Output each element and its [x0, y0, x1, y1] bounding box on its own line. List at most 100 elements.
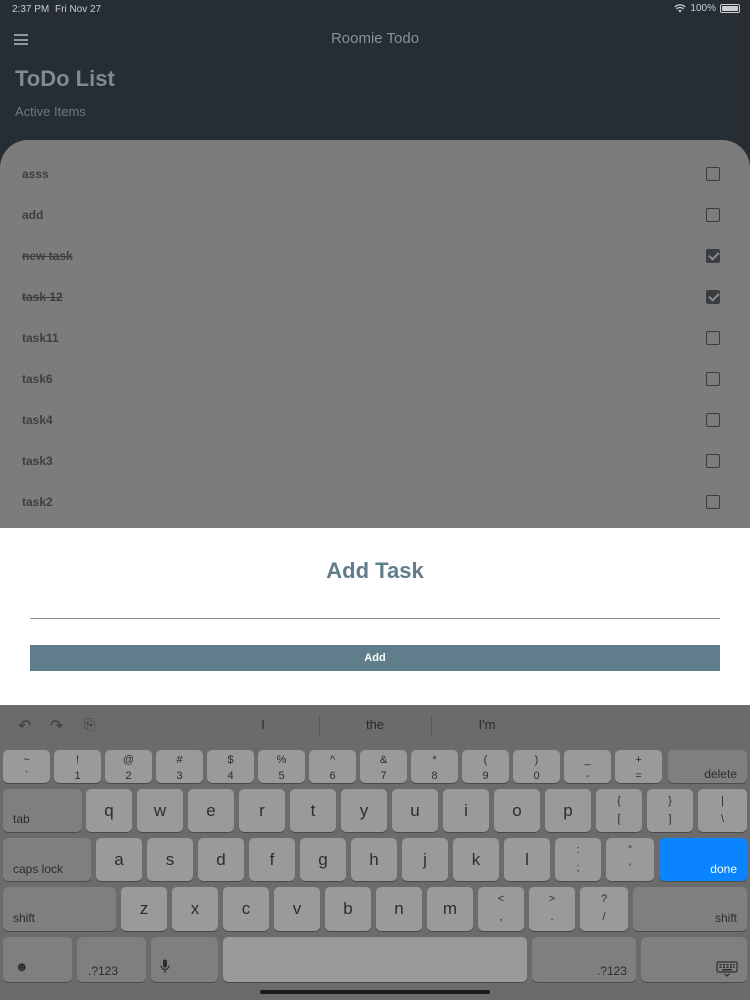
key[interactable]: w [137, 789, 183, 832]
key[interactable]: i [443, 789, 489, 832]
keyboard-toolbar: ↶ ↷ ⎘ I the I'm [0, 705, 750, 745]
status-date: Fri Nov 27 [55, 4, 102, 15]
todo-checkbox[interactable] [706, 249, 720, 263]
status-time: 2:37 PM [12, 4, 50, 15]
key[interactable]: u [392, 789, 438, 832]
todo-row[interactable]: task6 [0, 360, 750, 401]
undo-icon[interactable]: ↶ [18, 716, 31, 736]
todo-row[interactable]: task 12 [0, 278, 750, 319]
key[interactable]: @2 [105, 750, 152, 783]
page-title: ToDo List [15, 66, 115, 91]
key[interactable]: y [341, 789, 387, 832]
key[interactable]: b [325, 887, 371, 931]
numbers-key-right[interactable]: .?123 [532, 937, 636, 982]
key[interactable]: }] [647, 789, 693, 832]
key[interactable]: ~ ` [3, 750, 50, 783]
caps-lock-key[interactable]: caps lock [3, 838, 91, 881]
todo-checkbox[interactable] [706, 331, 720, 345]
tab-key[interactable]: tab [3, 789, 82, 832]
key[interactable]: m [427, 887, 473, 931]
todo-row[interactable]: task11 [0, 319, 750, 360]
key[interactable]: ! 1 [54, 750, 101, 783]
todo-row[interactable]: add [0, 196, 750, 237]
suggestion[interactable]: I [208, 717, 318, 732]
key[interactable]: + = [615, 750, 662, 783]
home-indicator[interactable] [260, 990, 490, 994]
key[interactable]: #3 [156, 750, 203, 783]
space-key[interactable] [223, 937, 527, 982]
shift-right-key[interactable]: shift [633, 887, 747, 931]
keyboard-dismiss-icon [716, 961, 738, 977]
todo-checkbox[interactable] [706, 413, 720, 427]
dismiss-keyboard-key[interactable] [641, 937, 747, 982]
suggestion[interactable]: the [320, 717, 430, 732]
key[interactable]: <, [478, 887, 524, 931]
delete-key[interactable]: delete [668, 750, 747, 783]
suggestion[interactable]: I'm [432, 717, 542, 732]
key[interactable]: z [121, 887, 167, 931]
emoji-key[interactable]: ☻ [3, 937, 72, 982]
key[interactable]: (9 [462, 750, 509, 783]
key[interactable]: d [198, 838, 244, 881]
todo-row[interactable]: new task [0, 237, 750, 278]
key[interactable]: n [376, 887, 422, 931]
todo-checkbox[interactable] [706, 372, 720, 386]
key[interactable]: k [453, 838, 499, 881]
key[interactable]: f [249, 838, 295, 881]
microphone-icon [160, 959, 170, 973]
key[interactable]: | \ [698, 789, 747, 832]
key[interactable]: :; [555, 838, 601, 881]
add-button[interactable]: Add [30, 645, 720, 671]
done-key[interactable]: done [659, 838, 747, 881]
wifi-icon [674, 4, 687, 13]
todo-row[interactable]: task4 [0, 401, 750, 442]
key[interactable]: q [86, 789, 132, 832]
numbers-key-left[interactable]: .?123 [77, 937, 146, 982]
todo-checkbox[interactable] [706, 495, 720, 509]
key[interactable]: ^ 6 [309, 750, 356, 783]
todo-checkbox[interactable] [706, 454, 720, 468]
key[interactable]: g [300, 838, 346, 881]
key[interactable]: p [545, 789, 591, 832]
key[interactable]: ”’ [606, 838, 654, 881]
key[interactable]: j [402, 838, 448, 881]
battery-percent: 100% [690, 3, 716, 14]
todo-row[interactable]: asss [0, 155, 750, 196]
todo-row[interactable]: task3 [0, 442, 750, 483]
todo-checkbox[interactable] [706, 167, 720, 181]
key[interactable]: x [172, 887, 218, 931]
emoji-icon: ☻ [15, 959, 29, 974]
shift-left-key[interactable]: shift [3, 887, 116, 931]
key[interactable]: ) 0 [513, 750, 560, 783]
paste-icon[interactable]: ⎘ [84, 716, 95, 733]
redo-icon[interactable]: ↷ [50, 716, 63, 736]
todo-label: asss [22, 167, 49, 181]
key[interactable]: & 7 [360, 750, 407, 783]
todo-label: task 12 [22, 290, 63, 304]
todo-label: task4 [22, 413, 53, 427]
key[interactable]: ? / [580, 887, 628, 931]
todo-row[interactable]: task2 [0, 483, 750, 524]
dictation-key[interactable] [151, 937, 218, 982]
key[interactable]: $4 [207, 750, 254, 783]
key[interactable]: c [223, 887, 269, 931]
key[interactable]: v [274, 887, 320, 931]
key[interactable]: s [147, 838, 193, 881]
todo-checkbox[interactable] [706, 290, 720, 304]
key[interactable]: {[ [596, 789, 642, 832]
key[interactable]: o [494, 789, 540, 832]
key[interactable]: l [504, 838, 550, 881]
key[interactable]: e [188, 789, 234, 832]
key[interactable]: _ - [564, 750, 611, 783]
key[interactable]: >. [529, 887, 575, 931]
task-input[interactable] [30, 588, 720, 619]
key[interactable]: t [290, 789, 336, 832]
todo-checkbox[interactable] [706, 208, 720, 222]
key[interactable]: % 5 [258, 750, 305, 783]
app-title: Roomie Todo [330, 30, 420, 47]
key[interactable]: h [351, 838, 397, 881]
add-task-sheet: Add Task Add [0, 528, 750, 705]
key[interactable]: a [96, 838, 142, 881]
key[interactable]: * 8 [411, 750, 458, 783]
key[interactable]: r [239, 789, 285, 832]
